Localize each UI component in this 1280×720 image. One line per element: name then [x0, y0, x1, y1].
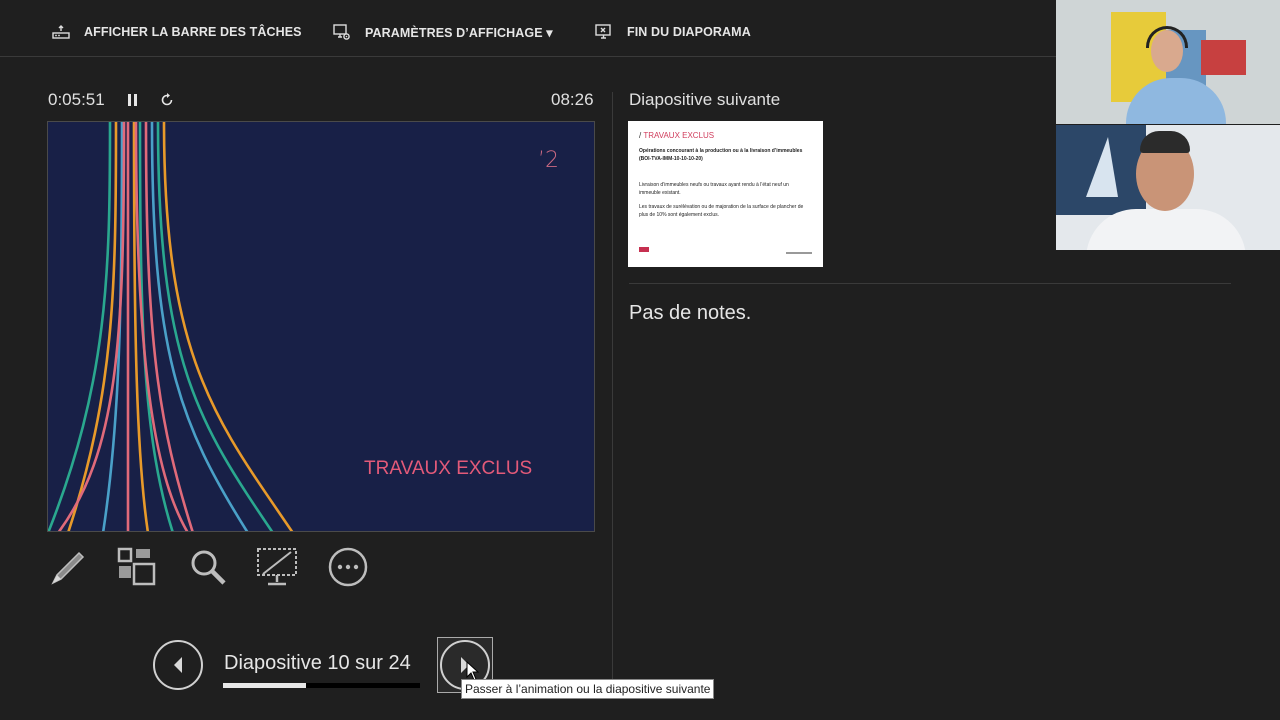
thumb-heading: Opérations concourant à la production ou… — [639, 148, 803, 162]
video-tile-participant-2 — [1056, 125, 1280, 250]
current-slide[interactable]: ’2 TRAVAUX EXCLUS — [47, 121, 595, 532]
background-poster-red — [1201, 40, 1246, 75]
slide-progress-bar — [223, 683, 420, 688]
thumb-paragraph-2: Les travaux de surélévation ou de majora… — [639, 204, 804, 218]
next-button-tooltip: Passer à l’animation ou la diapositive s… — [461, 679, 715, 699]
video-tile-participant-1 — [1056, 0, 1280, 124]
see-all-slides-button[interactable] — [115, 544, 159, 590]
notes-divider — [629, 283, 1231, 284]
slide-progress-fill — [223, 683, 306, 688]
magnifier-icon — [191, 550, 226, 585]
thumb-title: / TRAVAUX EXCLUS — [639, 131, 715, 140]
slide-corner-mark: ’2 — [538, 148, 559, 173]
next-slide-label: Diapositive suivante — [629, 90, 781, 109]
pause-icon — [128, 94, 137, 106]
show-taskbar-button[interactable]: AFFICHER LA BARRE DES TÂCHES — [52, 0, 302, 64]
black-screen-button[interactable] — [254, 544, 300, 590]
slide-title: TRAVAUX EXCLUS — [364, 458, 533, 479]
end-slideshow-button[interactable]: FIN DU DIAPORAMA — [595, 0, 751, 64]
panel-divider — [612, 92, 613, 692]
chevron-left-icon — [174, 657, 182, 673]
person-2-body — [1086, 209, 1246, 250]
slides-grid-icon — [117, 547, 156, 586]
more-options-icon — [328, 547, 368, 587]
next-slide-thumbnail[interactable]: / TRAVAUX EXCLUS Opérations concourant à… — [628, 121, 823, 267]
previous-slide-button[interactable] — [153, 640, 203, 690]
restart-icon — [161, 93, 173, 106]
speaker-notes: Pas de notes. — [629, 302, 752, 324]
sail-shape — [1086, 137, 1118, 197]
pen-tool-button[interactable] — [47, 544, 91, 590]
mouse-cursor-icon — [466, 661, 480, 681]
taskbar-icon — [52, 25, 70, 39]
display-settings-button[interactable]: PARAMÈTRES D’AFFICHAGE ▾ — [333, 0, 553, 64]
pause-timer-button[interactable] — [122, 88, 144, 112]
black-screen-icon — [257, 548, 297, 586]
restart-timer-button[interactable] — [156, 88, 178, 112]
thumb-paragraph-1: Livraison d’immeubles neufs ou travaux a… — [639, 182, 789, 196]
person-2-hair — [1140, 131, 1190, 153]
monitor-close-icon — [595, 24, 611, 39]
clock: 08:26 — [551, 90, 594, 109]
elapsed-timer: 0:05:51 — [48, 90, 105, 109]
pen-icon — [51, 551, 85, 585]
thumb-footer — [786, 252, 812, 254]
zoom-button[interactable] — [186, 544, 230, 590]
thumb-logo — [639, 247, 649, 252]
display-settings-label: PARAMÈTRES D’AFFICHAGE ▾ — [365, 25, 553, 40]
slide-counter: Diapositive 10 sur 24 — [224, 652, 411, 674]
more-options-button[interactable] — [325, 544, 371, 590]
end-slideshow-label: FIN DU DIAPORAMA — [627, 25, 751, 39]
show-taskbar-label: AFFICHER LA BARRE DES TÂCHES — [84, 25, 302, 39]
presenter-toolbar: AFFICHER LA BARRE DES TÂCHES PARAMÈTRES … — [0, 0, 1056, 57]
monitor-gear-icon — [333, 24, 350, 40]
